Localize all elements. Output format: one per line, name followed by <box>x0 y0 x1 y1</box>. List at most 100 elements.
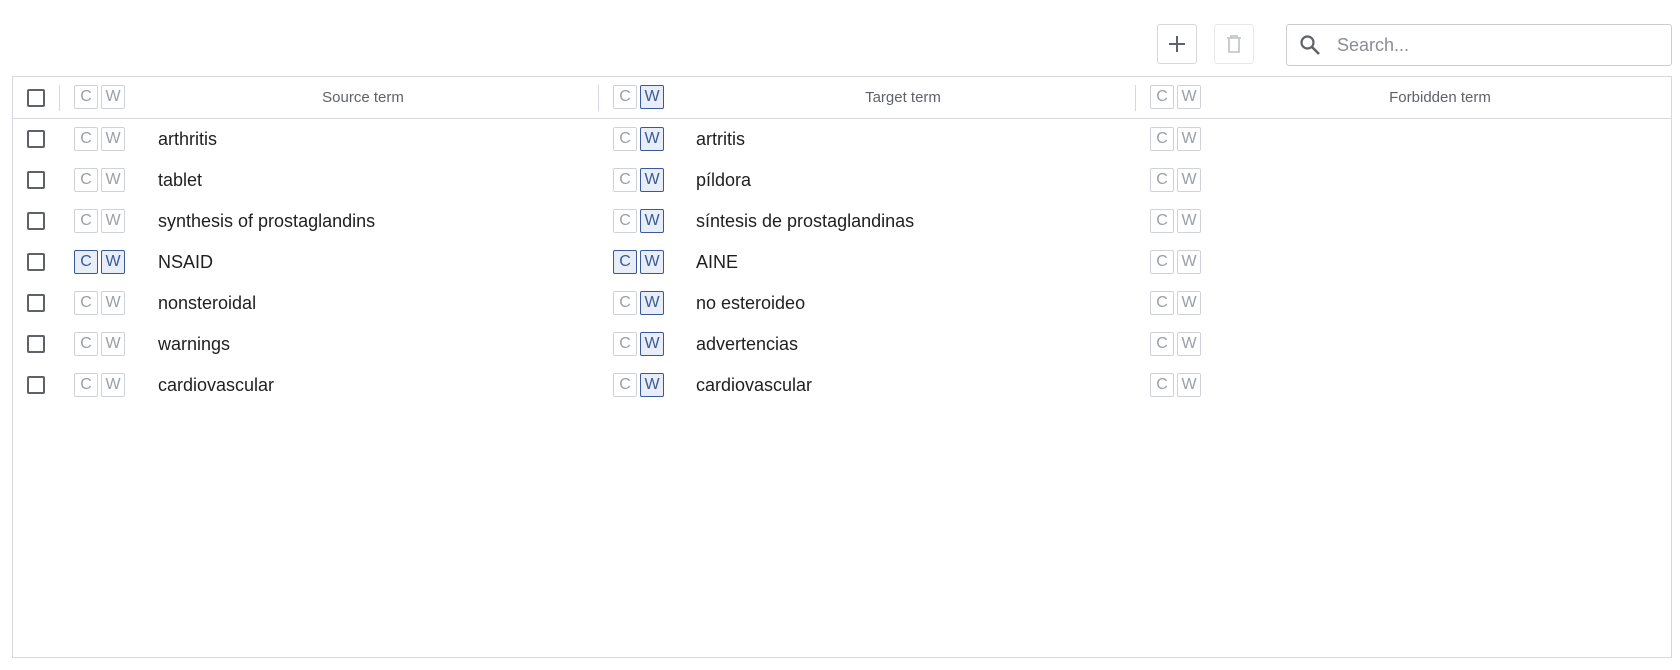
forbidden-toggles: C W <box>1150 127 1201 151</box>
source-term-cell[interactable]: nonsteroidal <box>158 293 256 314</box>
source-term-cell[interactable]: tablet <box>158 170 202 191</box>
source-word-toggle[interactable]: W <box>101 332 125 356</box>
source-case-toggle[interactable]: C <box>74 168 98 192</box>
forbidden-case-toggle[interactable]: C <box>1150 291 1174 315</box>
row-checkbox[interactable] <box>27 171 45 189</box>
target-word-toggle[interactable]: W <box>640 250 664 274</box>
target-word-toggle[interactable]: W <box>640 127 664 151</box>
source-toggles: C W <box>74 373 125 397</box>
table-row[interactable]: C W nonsteroidal C W no esteroideo C W <box>13 283 1671 324</box>
source-toggles: C W <box>74 127 125 151</box>
source-term-cell[interactable]: synthesis of prostaglandins <box>158 211 375 232</box>
forbidden-word-toggle[interactable]: W <box>1177 291 1201 315</box>
search-icon <box>1299 34 1321 56</box>
forbidden-toggles: C W <box>1150 332 1201 356</box>
search-input[interactable] <box>1335 33 1639 57</box>
target-word-toggle[interactable]: W <box>640 291 664 315</box>
trash-icon <box>1227 35 1241 53</box>
table-row[interactable]: C W tablet C W píldora C W <box>13 160 1671 201</box>
forbidden-toggles: C W <box>1150 209 1201 233</box>
forbidden-word-toggle[interactable]: W <box>1177 373 1201 397</box>
row-checkbox[interactable] <box>27 130 45 148</box>
forbidden-case-toggle[interactable]: C <box>1150 127 1174 151</box>
source-word-toggle[interactable]: W <box>101 291 125 315</box>
row-checkbox[interactable] <box>27 335 45 353</box>
source-case-toggle[interactable]: C <box>74 373 98 397</box>
source-case-toggle[interactable]: C <box>74 85 98 109</box>
source-case-toggle[interactable]: C <box>74 332 98 356</box>
forbidden-word-toggle[interactable]: W <box>1177 127 1201 151</box>
forbidden-word-toggle[interactable]: W <box>1177 168 1201 192</box>
delete-term-button[interactable] <box>1214 24 1254 64</box>
target-term-cell[interactable]: síntesis de prostaglandinas <box>696 211 914 232</box>
source-case-toggle[interactable]: C <box>74 291 98 315</box>
forbidden-word-toggle[interactable]: W <box>1177 332 1201 356</box>
source-term-cell[interactable]: cardiovascular <box>158 375 274 396</box>
source-term-header[interactable]: Source term <box>133 89 593 106</box>
target-word-toggle[interactable]: W <box>640 168 664 192</box>
source-word-toggle[interactable]: W <box>101 168 125 192</box>
target-term-header[interactable]: Target term <box>673 89 1133 106</box>
add-term-button[interactable] <box>1157 24 1197 64</box>
target-term-cell[interactable]: píldora <box>696 170 751 191</box>
target-term-cell[interactable]: AINE <box>696 252 738 273</box>
forbidden-word-toggle[interactable]: W <box>1177 85 1201 109</box>
forbidden-toggles: C W <box>1150 291 1201 315</box>
table-row[interactable]: C W cardiovascular C W cardiovascular C … <box>13 365 1671 406</box>
source-toggles: C W <box>74 168 125 192</box>
row-checkbox[interactable] <box>27 376 45 394</box>
target-case-toggle[interactable]: C <box>613 85 637 109</box>
forbidden-word-toggle[interactable]: W <box>1177 250 1201 274</box>
table-row[interactable]: C W arthritis C W artritis C W <box>13 119 1671 160</box>
source-term-cell[interactable]: arthritis <box>158 129 217 150</box>
select-all-checkbox[interactable] <box>27 89 45 107</box>
forbidden-term-header[interactable]: Forbidden term <box>1210 89 1670 106</box>
source-case-toggle[interactable]: C <box>74 209 98 233</box>
column-separator <box>1135 85 1136 111</box>
target-word-toggle[interactable]: W <box>640 85 664 109</box>
column-separator <box>598 85 599 111</box>
source-word-toggle[interactable]: W <box>101 209 125 233</box>
source-word-toggle[interactable]: W <box>101 373 125 397</box>
row-checkbox[interactable] <box>27 253 45 271</box>
forbidden-case-toggle[interactable]: C <box>1150 85 1174 109</box>
target-word-toggle[interactable]: W <box>640 209 664 233</box>
target-word-toggle[interactable]: W <box>640 332 664 356</box>
source-term-cell[interactable]: NSAID <box>158 252 213 273</box>
row-checkbox[interactable] <box>27 212 45 230</box>
target-term-cell[interactable]: cardiovascular <box>696 375 812 396</box>
forbidden-case-toggle[interactable]: C <box>1150 332 1174 356</box>
forbidden-case-toggle[interactable]: C <box>1150 250 1174 274</box>
target-term-cell[interactable]: artritis <box>696 129 745 150</box>
source-header-toggles: C W <box>74 85 125 109</box>
target-case-toggle[interactable]: C <box>613 127 637 151</box>
source-word-toggle[interactable]: W <box>101 127 125 151</box>
forbidden-case-toggle[interactable]: C <box>1150 209 1174 233</box>
source-case-toggle[interactable]: C <box>74 250 98 274</box>
target-case-toggle[interactable]: C <box>613 250 637 274</box>
source-term-cell[interactable]: warnings <box>158 334 230 355</box>
row-checkbox[interactable] <box>27 294 45 312</box>
column-separator <box>59 85 60 111</box>
target-toggles: C W <box>613 250 664 274</box>
forbidden-case-toggle[interactable]: C <box>1150 373 1174 397</box>
target-case-toggle[interactable]: C <box>613 332 637 356</box>
table-row[interactable]: C W warnings C W advertencias C W <box>13 324 1671 365</box>
table-row[interactable]: C W NSAID C W AINE C W <box>13 242 1671 283</box>
forbidden-case-toggle[interactable]: C <box>1150 168 1174 192</box>
target-header-toggles: C W <box>613 85 664 109</box>
target-term-cell[interactable]: no esteroideo <box>696 293 805 314</box>
target-toggles: C W <box>613 209 664 233</box>
target-case-toggle[interactable]: C <box>613 209 637 233</box>
target-case-toggle[interactable]: C <box>613 168 637 192</box>
forbidden-word-toggle[interactable]: W <box>1177 209 1201 233</box>
target-case-toggle[interactable]: C <box>613 291 637 315</box>
table-row[interactable]: C W synthesis of prostaglandins C W sínt… <box>13 201 1671 242</box>
target-term-cell[interactable]: advertencias <box>696 334 798 355</box>
source-case-toggle[interactable]: C <box>74 127 98 151</box>
target-case-toggle[interactable]: C <box>613 373 637 397</box>
target-toggles: C W <box>613 373 664 397</box>
source-word-toggle[interactable]: W <box>101 85 125 109</box>
target-word-toggle[interactable]: W <box>640 373 664 397</box>
source-word-toggle[interactable]: W <box>101 250 125 274</box>
